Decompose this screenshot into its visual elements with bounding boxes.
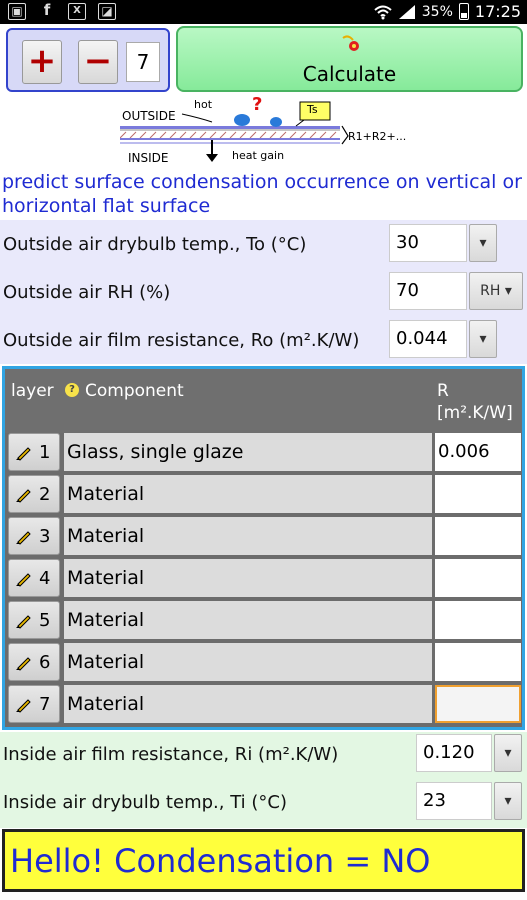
- edit-layer-button[interactable]: 5: [8, 601, 60, 639]
- col-r-header: R: [437, 381, 449, 401]
- heat-gain-label: heat gain: [232, 149, 285, 162]
- image-icon: ▣: [8, 3, 26, 20]
- edit-layer-button[interactable]: 3: [8, 517, 60, 555]
- pencil-icon: [16, 657, 31, 671]
- inside-label: INSIDE: [128, 151, 169, 165]
- remove-layer-button[interactable]: −: [78, 40, 118, 84]
- battery-percent: 35%: [421, 3, 453, 20]
- rh-unit-dropdown[interactable]: RH ▾: [469, 272, 523, 310]
- pencil-icon: [16, 531, 31, 545]
- layer-table: layer ? Component R [m².K/W] 1 Glass, si…: [2, 366, 525, 730]
- wifi-icon: [374, 5, 392, 19]
- edit-layer-button[interactable]: 6: [8, 643, 60, 681]
- outside-drybulb-input[interactable]: 30: [389, 224, 467, 262]
- calculate-label: Calculate: [302, 62, 397, 86]
- component-cell[interactable]: Glass, single glaze: [64, 433, 432, 471]
- pencil-icon: [16, 573, 31, 587]
- outside-rh-label: Outside air RH (%): [3, 282, 171, 303]
- layer-count-value: 7: [126, 42, 160, 82]
- pencil-icon: [16, 615, 31, 629]
- table-row: 7 Material: [5, 684, 522, 724]
- component-cell[interactable]: Material: [64, 685, 432, 723]
- edit-layer-button[interactable]: 2: [8, 475, 60, 513]
- col-layer-header: layer: [11, 381, 54, 401]
- inside-film-input[interactable]: 0.120: [416, 734, 492, 772]
- photo-icon: ◪: [98, 3, 116, 20]
- r-value-input[interactable]: [435, 601, 521, 639]
- layer-number: 5: [39, 610, 51, 631]
- component-cell[interactable]: Material: [64, 601, 432, 639]
- inside-drybulb-dropdown[interactable]: ▾: [494, 782, 522, 820]
- component-cell[interactable]: Material: [64, 559, 432, 597]
- excel-icon: X: [68, 3, 86, 20]
- r-value-input[interactable]: [435, 517, 521, 555]
- facebook-icon: f: [43, 1, 51, 19]
- r-value-input[interactable]: [435, 643, 521, 681]
- r-value-input[interactable]: [435, 559, 521, 597]
- toolbar: + − 7 Calculate: [0, 24, 527, 94]
- table-row: 6 Material: [5, 642, 522, 682]
- component-cell[interactable]: Material: [64, 517, 432, 555]
- inside-inputs: Inside air film resistance, Ri (m².K/W) …: [0, 732, 527, 828]
- condensation-diagram: OUTSIDE hot ? Ts R1+R2+... INSIDE heat g…: [120, 94, 420, 170]
- r-value-input[interactable]: [435, 685, 521, 723]
- layer-number: 1: [39, 442, 51, 463]
- table-row: 3 Material: [5, 516, 522, 556]
- layer-number: 7: [39, 694, 51, 715]
- outside-inputs: Outside air drybulb temp., To (°C) 30 ▾ …: [0, 220, 527, 364]
- layer-number: 3: [39, 526, 51, 547]
- result-banner: Hello! Condensation = NO: [2, 829, 525, 892]
- description-text: predict surface condensation occurrence …: [2, 171, 522, 217]
- r-value-input[interactable]: 0.006: [435, 433, 521, 471]
- status-bar: ▣ f X ◪ 35% 17:25: [0, 0, 527, 24]
- component-cell[interactable]: Material: [64, 643, 432, 681]
- hot-label: hot: [194, 98, 213, 111]
- outside-film-dropdown[interactable]: ▾: [469, 320, 497, 358]
- outside-film-label: Outside air film resistance, Ro (m².K/W): [3, 330, 360, 351]
- pencil-icon: [16, 489, 31, 503]
- add-layer-button[interactable]: +: [22, 40, 62, 84]
- question-mark: ?: [252, 94, 263, 115]
- inside-drybulb-label: Inside air drybulb temp., Ti (°C): [3, 792, 287, 813]
- pencil-icon: [16, 699, 31, 713]
- table-row: 5 Material: [5, 600, 522, 640]
- signal-icon: [398, 4, 415, 19]
- inside-drybulb-input[interactable]: 23: [416, 782, 492, 820]
- table-row: 2 Material: [5, 474, 522, 514]
- layer-count-stepper: + − 7: [6, 28, 170, 92]
- layer-number: 6: [39, 652, 51, 673]
- table-row: 4 Material: [5, 558, 522, 598]
- ts-label: Ts: [307, 103, 318, 116]
- battery-icon: [458, 3, 469, 20]
- table-header: layer ? Component R [m².K/W]: [5, 369, 522, 433]
- calculate-icon: [342, 35, 359, 51]
- inside-film-label: Inside air film resistance, Ri (m².K/W): [3, 744, 339, 765]
- outside-label: OUTSIDE: [122, 109, 176, 123]
- edit-layer-button[interactable]: 1: [8, 433, 60, 471]
- outside-rh-input[interactable]: 70: [389, 272, 467, 310]
- col-r-unit-header: [m².K/W]: [437, 403, 513, 423]
- r-value-input[interactable]: [435, 475, 521, 513]
- help-icon[interactable]: ?: [65, 383, 79, 397]
- component-cell[interactable]: Material: [64, 475, 432, 513]
- outside-drybulb-dropdown[interactable]: ▾: [469, 224, 497, 262]
- layer-number: 2: [39, 484, 51, 505]
- clock: 17:25: [474, 2, 521, 21]
- edit-layer-button[interactable]: 4: [8, 559, 60, 597]
- formula-label: R1+R2+...: [348, 130, 407, 143]
- table-row: 1 Glass, single glaze 0.006: [5, 432, 522, 472]
- outside-drybulb-label: Outside air drybulb temp., To (°C): [3, 234, 307, 255]
- rh-unit-label: RH: [480, 283, 501, 299]
- layer-number: 4: [39, 568, 51, 589]
- result-text: Hello! Condensation = NO: [10, 842, 431, 880]
- pencil-icon: [16, 447, 31, 461]
- calculate-button[interactable]: Calculate: [176, 26, 523, 92]
- inside-film-dropdown[interactable]: ▾: [494, 734, 522, 772]
- col-component-header: Component: [85, 381, 184, 401]
- edit-layer-button[interactable]: 7: [8, 685, 60, 723]
- outside-film-input[interactable]: 0.044: [389, 320, 467, 358]
